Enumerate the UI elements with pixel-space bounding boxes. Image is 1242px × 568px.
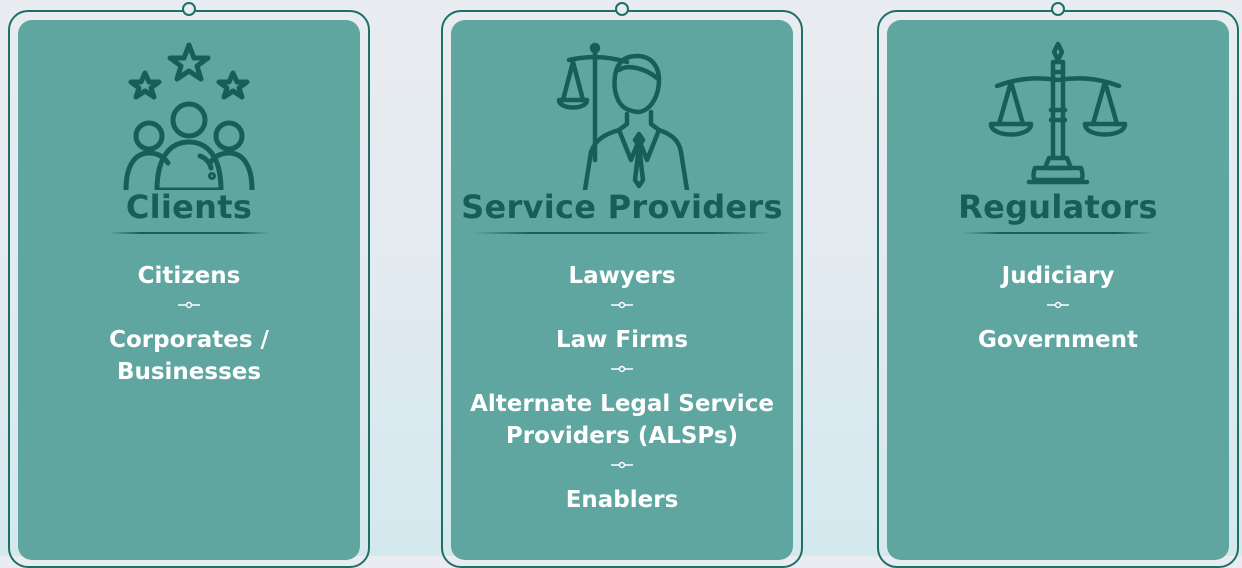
list-item: Government: [978, 327, 1138, 353]
people-stars-icon: [123, 42, 255, 190]
item-list: Judiciary Government: [887, 260, 1229, 356]
list-item: Citizens: [137, 263, 241, 289]
title-underline: [963, 232, 1153, 234]
separator-icon: [887, 292, 1229, 324]
list-item: Alternate Legal Service Providers (ALSPs…: [470, 391, 774, 449]
title-underline: [472, 232, 772, 234]
service-providers-card: Service Providers Lawyers Law Firms Alte…: [441, 2, 803, 568]
service-providers-panel: Service Providers Lawyers Law Firms Alte…: [451, 20, 793, 560]
card-title: Service Providers: [461, 188, 783, 226]
separator-icon: [451, 292, 793, 324]
lawyer-scales-icon: [556, 42, 690, 190]
separator-icon: [451, 356, 793, 388]
list-item: Corporates / Businesses: [109, 327, 269, 385]
regulators-card: Regulators Judiciary Government: [877, 2, 1239, 568]
list-item: Lawyers: [568, 263, 676, 289]
hanger-ring: [615, 2, 629, 16]
clients-card: Clients Citizens Corporates / Businesses: [8, 2, 370, 568]
list-item: Enablers: [565, 487, 679, 513]
justice-scales-icon: [988, 41, 1128, 185]
clients-panel: Clients Citizens Corporates / Businesses: [18, 20, 360, 560]
hanger-ring: [1051, 2, 1065, 16]
list-item: Law Firms: [555, 327, 689, 353]
card-title: Regulators: [958, 188, 1158, 226]
hanger-ring: [182, 2, 196, 16]
list-item: Judiciary: [1001, 263, 1115, 289]
separator-icon: [18, 292, 360, 324]
card-title: Clients: [125, 188, 253, 226]
title-underline: [109, 232, 269, 234]
item-list: Citizens Corporates / Businesses: [18, 260, 360, 388]
regulators-panel: Regulators Judiciary Government: [887, 20, 1229, 560]
item-list: Lawyers Law Firms Alternate Legal Servic…: [451, 260, 793, 516]
separator-icon: [451, 452, 793, 484]
